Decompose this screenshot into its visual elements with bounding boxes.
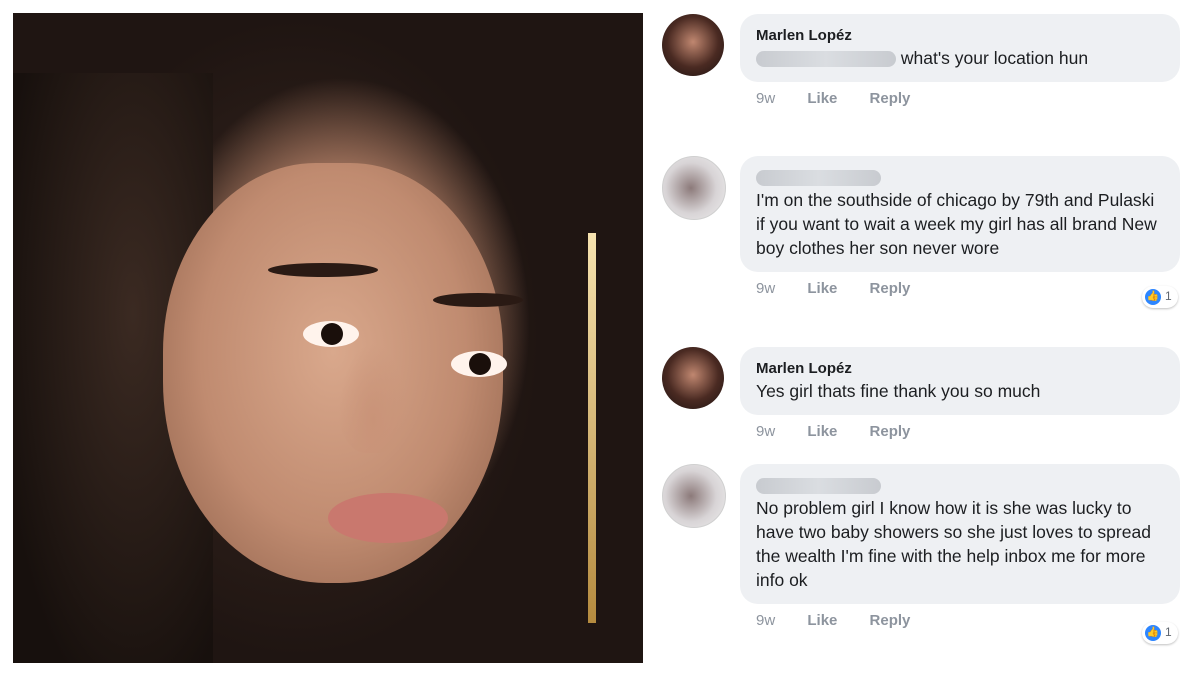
comment-author[interactable]: Marlen Lopéz [756,26,1164,46]
comment-meta: 9w Like Reply [740,280,1180,297]
comment-meta: 9w Like Reply [740,612,1180,629]
comment-bubble: I'm on the southside of chicago by 79th … [740,156,1180,272]
comment-bubble: Marlen Lopéz Yes girl thats fine thank y… [740,347,1180,415]
comment-author[interactable] [756,476,1164,496]
comment-item: Marlen Lopéz what's your location hun 9w… [662,14,1180,107]
comment-item: No problem girl I know how it is she was… [662,464,1180,644]
comment-meta: 9w Like Reply [740,423,1180,440]
reply-link[interactable]: Reply [870,280,911,297]
like-link[interactable]: Like [807,280,837,297]
comment-thread: Marlen Lopéz what's your location hun 9w… [660,0,1200,675]
comment-timestamp[interactable]: 9w [756,90,775,107]
comment-author[interactable] [756,168,1164,188]
reply-link[interactable]: Reply [870,612,911,629]
comment-text: No problem girl I know how it is she was… [756,498,1151,590]
left-eyebrow [268,263,378,277]
comment-item: Marlen Lopéz Yes girl thats fine thank y… [662,347,1180,440]
comment-timestamp[interactable]: 9w [756,280,775,297]
comment-timestamp[interactable]: 9w [756,423,775,440]
comment-text: Yes girl thats fine thank you so much [756,381,1041,401]
comment-bubble: Marlen Lopéz what's your location hun [740,14,1180,82]
reply-link[interactable]: Reply [870,90,911,107]
comment-text: what's your location hun [756,46,1164,70]
like-thumb-icon: 👍 [1145,289,1161,305]
right-eye [451,351,507,377]
comment-timestamp[interactable]: 9w [756,612,775,629]
reaction-count: 1 [1165,625,1172,639]
like-link[interactable]: Like [807,90,837,107]
nose [338,343,408,453]
reply-link[interactable]: Reply [870,423,911,440]
portrait-photo [13,13,643,663]
reaction-badge[interactable]: 👍 1 [1142,622,1178,644]
lips [328,493,448,543]
left-eye [303,321,359,347]
reaction-count: 1 [1165,289,1172,303]
like-thumb-icon: 👍 [1145,625,1161,641]
like-link[interactable]: Like [807,612,837,629]
reaction-badge[interactable]: 👍 1 [1142,286,1178,308]
avatar[interactable] [662,156,726,220]
redacted-name [756,170,881,187]
redacted-name [756,51,896,68]
right-eyebrow [433,293,523,307]
comment-text: I'm on the southside of chicago by 79th … [756,190,1157,258]
avatar[interactable] [662,464,726,528]
like-link[interactable]: Like [807,423,837,440]
candle-light [588,233,596,623]
comment-meta: 9w Like Reply [740,90,1180,107]
comment-item: I'm on the southside of chicago by 79th … [662,156,1180,308]
redacted-name [756,478,881,495]
comment-bubble: No problem girl I know how it is she was… [740,464,1180,604]
avatar[interactable] [662,14,724,76]
comment-text-content: what's your location hun [900,48,1089,68]
avatar[interactable] [662,347,724,409]
comment-author[interactable]: Marlen Lopéz [756,359,1164,379]
